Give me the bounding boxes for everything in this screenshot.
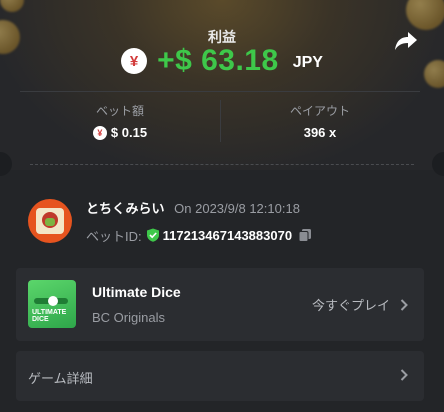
profit-row: ¥ +$ 63.18 JPY (0, 44, 444, 78)
game-card[interactable]: ULTIMATE DICE Ultimate Dice BC Originals… (16, 268, 424, 341)
game-thumbnail[interactable]: ULTIMATE DICE (28, 280, 76, 328)
payout-label: ペイアウト (289, 104, 350, 118)
bet-id-value: 117213467143883070 (162, 227, 293, 243)
payout-stat: ペイアウト 396 x (220, 96, 420, 148)
dashed-divider (30, 164, 414, 165)
user-name[interactable]: とちくみらい (86, 201, 165, 216)
payout-value: 396 x (303, 125, 337, 140)
game-name[interactable]: Ultimate Dice (92, 284, 181, 300)
yen-currency-icon: ¥ (121, 48, 148, 74)
bet-timestamp: On 2023/9/8 12:10:18 (174, 200, 300, 216)
bet-amount-stat: ベット額 ¥ $ 0.15 (20, 96, 220, 148)
bet-amount-value: $ 0.15 (110, 125, 148, 140)
divider (20, 91, 420, 92)
ticket-notch-right (432, 152, 444, 176)
share-icon[interactable] (394, 30, 418, 52)
copy-icon[interactable] (298, 228, 312, 242)
bet-id-label: ベットID: (86, 228, 142, 244)
profit-amount: +$ 63.18 (157, 44, 279, 77)
bet-detail-card: 利益 ¥ +$ 63.18 JPY ベット額 ¥ $ 0.15 ペイアウト 39… (0, 0, 444, 412)
game-thumbnail-title: ULTIMATE DICE (32, 309, 67, 323)
play-now-label: 今すぐプレイ (311, 298, 390, 313)
yen-currency-icon: ¥ (92, 125, 107, 140)
chevron-right-icon (400, 369, 408, 381)
chevron-right-icon (400, 298, 408, 311)
bet-amount-label: ベット額 (95, 104, 144, 118)
profit-currency: JPY (292, 54, 323, 71)
avatar[interactable] (28, 199, 72, 243)
game-details-row[interactable]: ゲーム詳細 (16, 351, 424, 401)
bet-amount-value-row: ¥ $ 0.15 (20, 125, 220, 140)
game-provider: BC Originals (92, 310, 165, 325)
user-info: とちくみらい On 2023/9/8 12:10:18 ベットID: 11721… (28, 198, 312, 244)
shield-check-icon (146, 228, 159, 242)
play-now-button[interactable]: 今すぐプレイ (312, 295, 408, 314)
game-details-label: ゲーム詳細 (28, 371, 93, 386)
bet-stats: ベット額 ¥ $ 0.15 ペイアウト 396 x (20, 96, 420, 148)
